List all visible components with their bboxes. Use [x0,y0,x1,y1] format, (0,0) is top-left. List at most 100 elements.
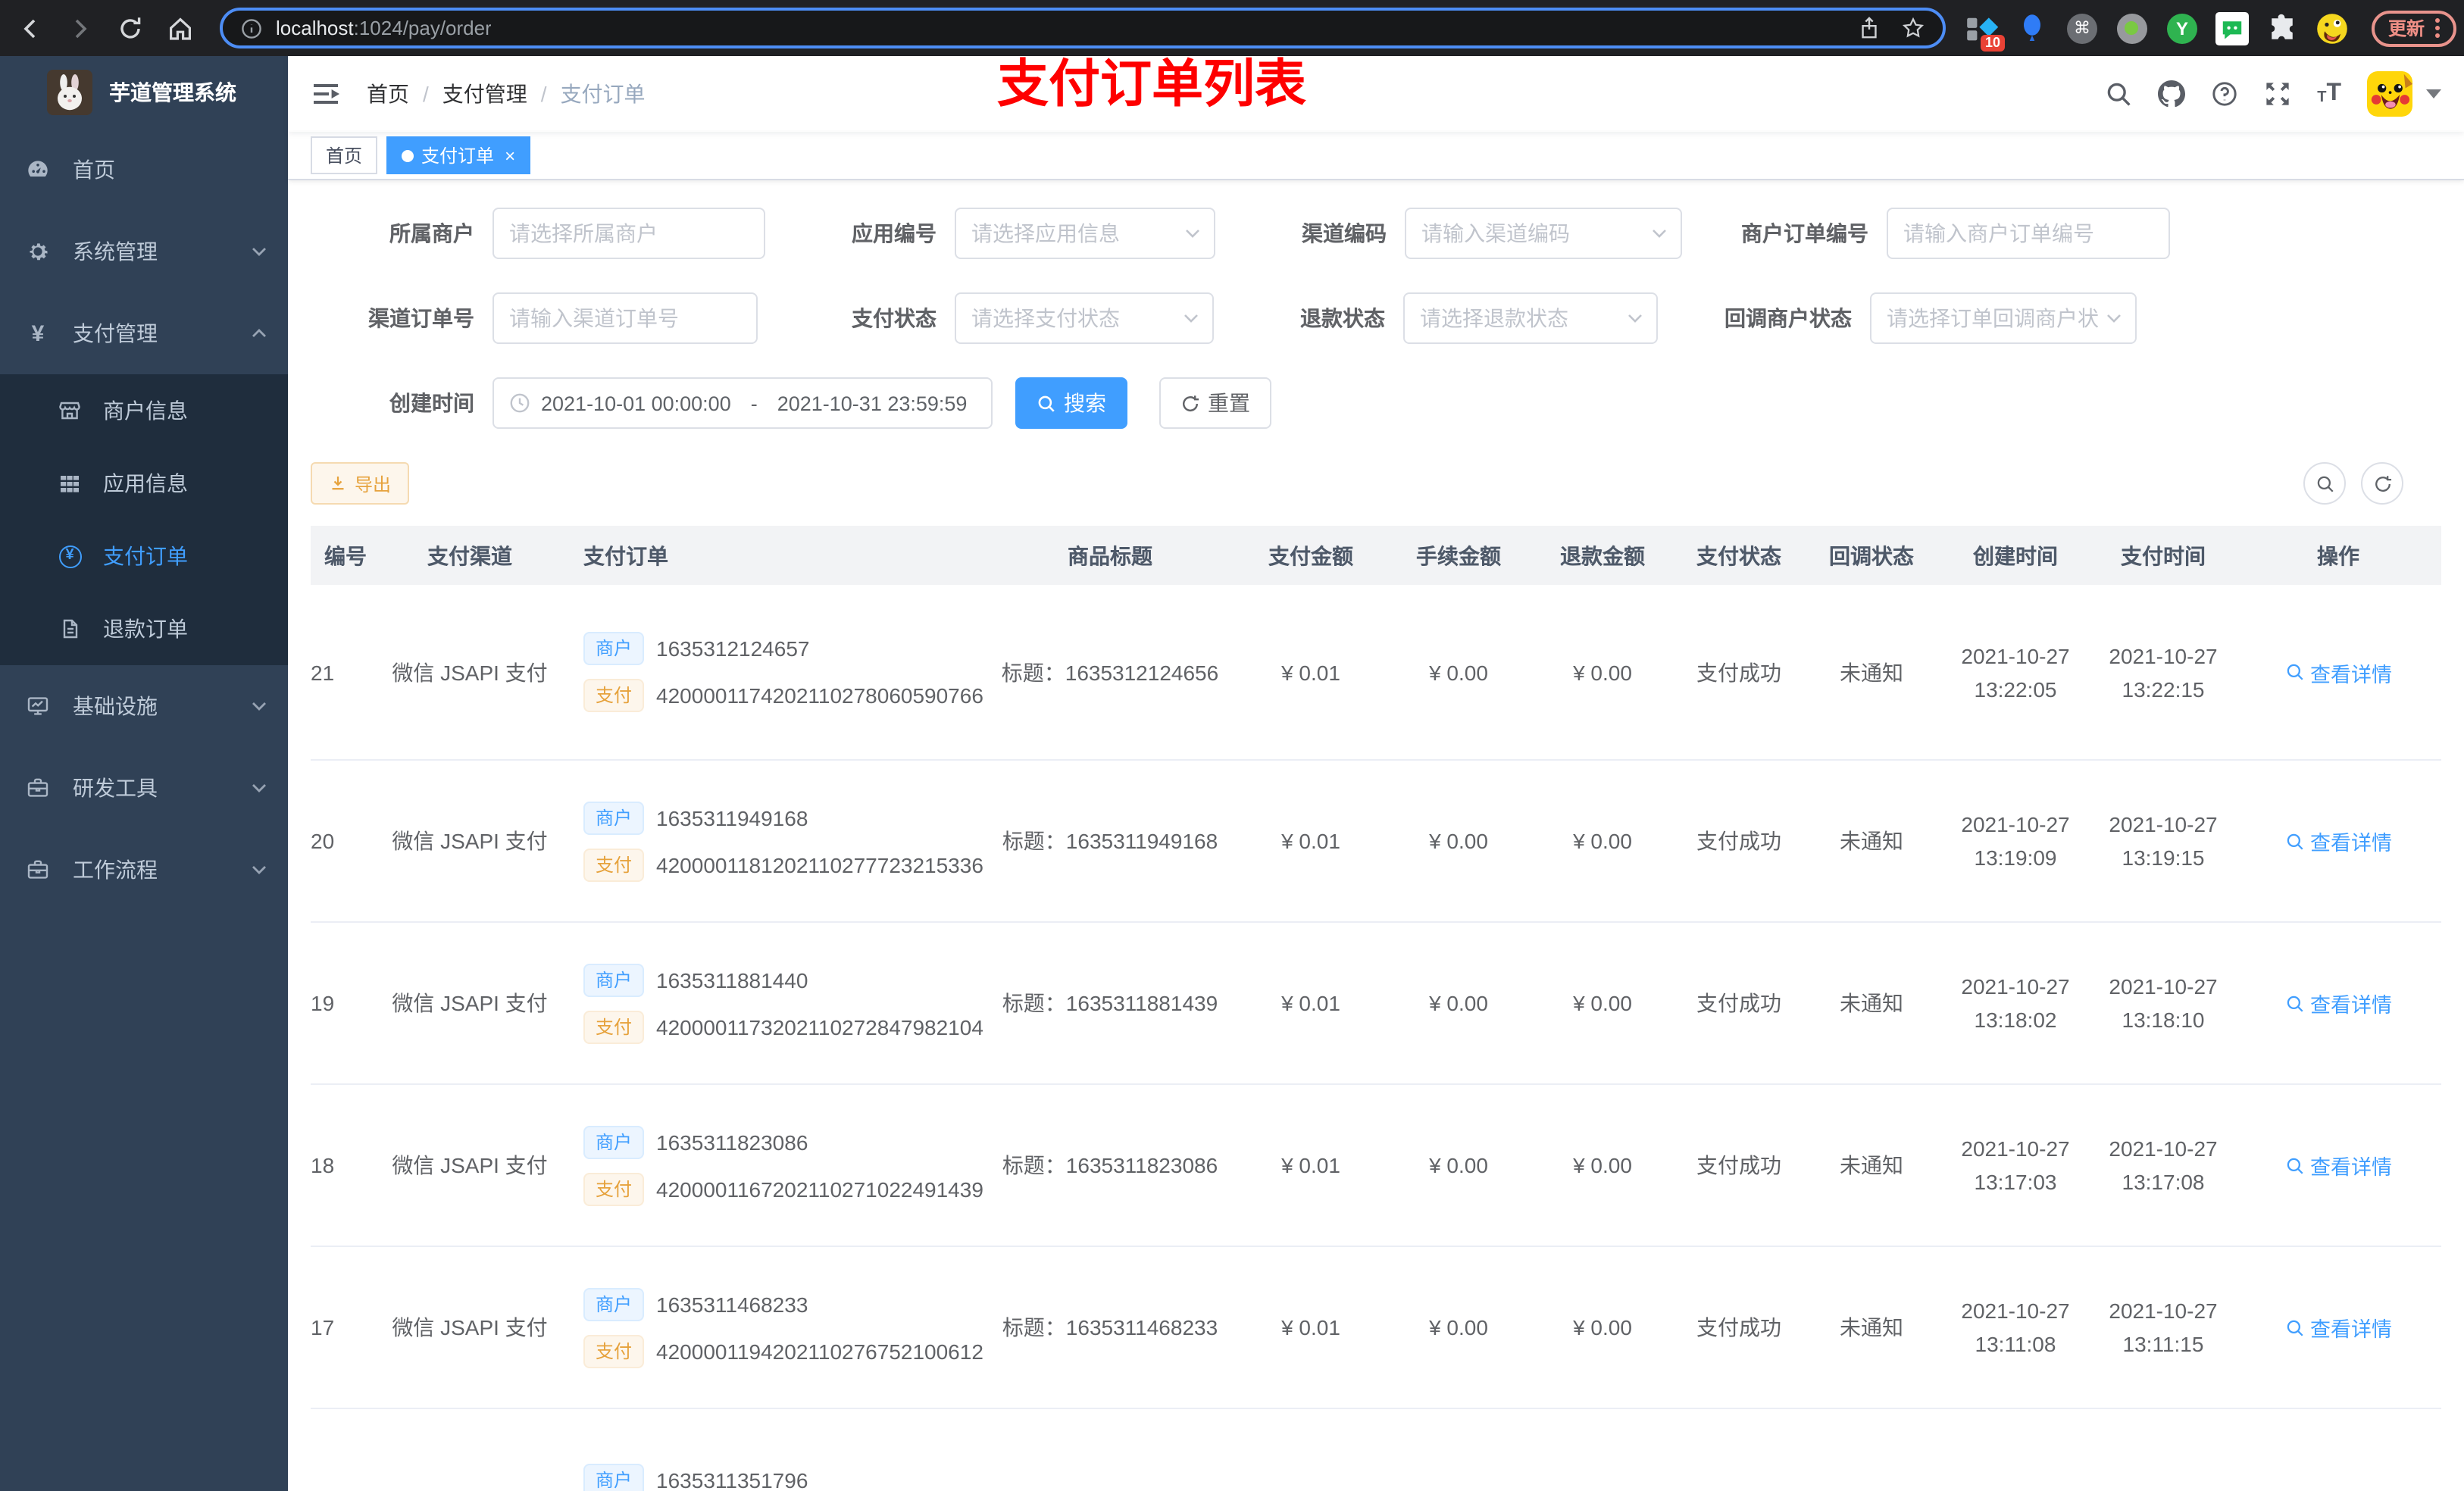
sidebar-item-refund-order[interactable]: 退款订单 [0,592,288,665]
extensions-puzzle-icon[interactable] [2265,11,2299,45]
pay-status-input[interactable] [971,306,1197,330]
sidebar-item-infra[interactable]: 基础设施 [0,665,288,747]
channel-order-no: 4200001194202110276752100612 [656,1339,983,1363]
refresh-icon [2375,475,2391,491]
breadcrumb-home[interactable]: 首页 [367,79,409,109]
pay-submenu: 商户信息 应用信息 ¥ 支付订单 退款订单 [0,374,288,665]
refresh-icon [1183,395,1199,411]
sidebar-item-devtools[interactable]: 研发工具 [0,747,288,829]
sidebar-item-app-info[interactable]: 应用信息 [0,447,288,520]
extension-y-icon[interactable]: Y [2165,11,2199,45]
search-button[interactable]: 搜索 [1015,377,1127,429]
app-no-input[interactable] [971,221,1199,245]
reload-icon[interactable] [117,14,144,42]
channel-code-select[interactable] [1405,208,1682,259]
chevron-down-icon [252,248,266,256]
merchant-order-no-field[interactable] [1887,208,2170,259]
header-search-icon[interactable] [2105,80,2132,108]
screen: 支付订单列表 localhost:1024/pay/order 10 ⌘ Y 更… [0,0,2464,1491]
notify-status: 未通知 [1840,991,1903,1015]
notify-status: 未通知 [1840,1153,1903,1177]
filter-label: 所属商户 [389,221,474,245]
bookmark-star-icon[interactable] [1902,17,1925,39]
tag-pay-order[interactable]: 支付订单 × [386,136,531,174]
sidebar-item-merchant-info[interactable]: 商户信息 [0,374,288,447]
merchant-order-no: 1635311823086 [656,1130,808,1154]
collapse-sidebar-icon[interactable] [311,79,341,109]
avatar[interactable] [2367,71,2412,117]
tag-home[interactable]: 首页 [311,136,378,174]
home-icon[interactable] [167,14,194,42]
channel-code-input[interactable] [1421,221,1665,245]
extension-chat-icon[interactable] [2215,11,2249,45]
browser-update-button[interactable]: 更新 [2371,10,2456,46]
filter-label: 商户订单编号 [1741,221,1868,245]
table-row: 19 微信 JSAPI 支付 商户 1635311881440 支付 4200001… [311,923,2441,1085]
sidebar-item-system[interactable]: 系统管理 [0,211,288,292]
merchant-input[interactable] [509,221,749,245]
font-size-icon[interactable]: TT [2317,81,2341,106]
sidebar-item-pay[interactable]: ¥ 支付管理 [0,292,288,374]
refund-status-input[interactable] [1420,306,1641,330]
document-icon [58,617,82,641]
pay-tag: 支付 [583,1172,645,1205]
view-detail-link[interactable]: 查看详情 [2284,1150,2392,1180]
merchant-order-no-input[interactable] [1903,221,2153,245]
content: 所属商户 应用编号 渠道编码 商户订单编号 [288,180,2464,1491]
export-button[interactable]: 导出 [311,462,410,505]
view-detail-link[interactable]: 查看详情 [2284,1312,2392,1343]
view-detail-link[interactable]: 查看详情 [2284,988,2392,1018]
monitor-chart-icon [26,694,50,718]
reset-button[interactable]: 重置 [1159,377,1271,429]
sidebar-item-home[interactable]: 首页 [0,129,288,211]
help-icon[interactable] [2211,80,2238,108]
app-no-select[interactable] [955,208,1215,259]
sidebar-item-pay-order[interactable]: ¥ 支付订单 [0,520,288,592]
app-logo-row[interactable]: 芋道管理系统 [0,56,288,129]
close-tag-icon[interactable]: × [505,145,515,166]
table-row-partial: 商户 1635311351796 [311,1409,2441,1491]
notify-status: 未通知 [1840,1315,1903,1339]
extension-badge: 10 [1980,34,2005,51]
back-icon[interactable] [17,14,44,42]
avatar-caret-icon[interactable] [2426,89,2441,98]
clock-icon [510,393,530,413]
breadcrumb-section[interactable]: 支付管理 [442,79,527,109]
sidebar-item-workflow[interactable]: 工作流程 [0,829,288,911]
callback-status-input[interactable] [1887,306,2120,330]
view-detail-link[interactable]: 查看详情 [2284,826,2392,856]
share-icon[interactable] [1858,17,1881,39]
merchant-order-no: 1635312124657 [656,636,810,661]
table-toolbar: 导出 [311,462,2441,505]
create-time-range-picker[interactable]: 2021-10-01 00:00:00 - 2021-10-31 23:59:5… [492,377,993,429]
channel-order-no-field[interactable] [492,292,758,344]
extension-devtools-icon[interactable]: 10 [1965,11,2005,51]
merchant-tag: 商户 [583,1125,645,1158]
app-title: 芋道管理系统 [109,80,236,105]
extension-dot-icon[interactable] [2115,11,2149,45]
date-separator: - [750,392,758,414]
extension-balloon-icon[interactable] [2015,11,2049,45]
chevron-down-icon [1653,230,1666,238]
sidebar-menu: 首页 系统管理 ¥ 支付管理 商户信息 应用信息 ¥ 支付订单 退款订单 基础设… [0,129,288,911]
extension-emoji-icon[interactable] [2315,11,2349,45]
refresh-table-button[interactable] [2361,462,2403,505]
channel-order-no-input[interactable] [509,306,741,330]
magnifier-icon [2286,1157,2303,1174]
merchant-tag: 商户 [583,1287,645,1321]
hide-search-button[interactable] [2303,462,2346,505]
merchant-select[interactable] [492,208,765,259]
pay-status-select[interactable] [955,292,1214,344]
callback-status-select[interactable] [1870,292,2137,344]
site-info-icon[interactable] [241,17,262,39]
refund-status-select[interactable] [1403,292,1658,344]
merchant-tag: 商户 [583,632,645,665]
channel-order-no: 4200001181202110277723215336 [656,852,983,877]
fullscreen-icon[interactable] [2264,80,2291,108]
forward-icon[interactable] [67,14,94,42]
github-icon[interactable] [2158,80,2186,108]
browser-menu-icon[interactable] [2435,18,2440,38]
chevron-up-icon [252,329,266,337]
view-detail-link[interactable]: 查看详情 [2284,657,2392,687]
extension-command-icon[interactable]: ⌘ [2065,11,2099,45]
